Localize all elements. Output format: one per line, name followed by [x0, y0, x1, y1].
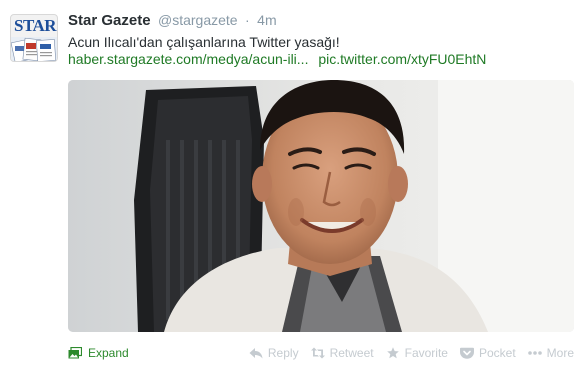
tweet-header: Star Gazete @stargazete · 4m — [68, 12, 277, 32]
retweet-label: Retweet — [329, 346, 374, 360]
author-name[interactable]: Star Gazete — [68, 12, 151, 29]
photo-icon — [68, 347, 82, 359]
article-link[interactable]: haber.stargazete.com/medya/acun-ili... — [68, 51, 308, 67]
author-handle[interactable]: @stargazete — [158, 12, 238, 28]
expand-label: Expand — [88, 346, 129, 360]
avatar-logo-text: STAR — [14, 16, 57, 35]
newspaper-stack-icon — [11, 37, 57, 61]
tweet: STAR Star Gazete @stargazete · 4m Acun I… — [0, 0, 584, 370]
reply-button[interactable]: Reply — [249, 346, 299, 360]
header-separator: · — [245, 12, 250, 28]
tweet-photo[interactable] — [68, 80, 574, 332]
retweet-icon — [310, 347, 325, 359]
retweet-button[interactable]: Retweet — [310, 346, 374, 360]
star-icon — [386, 347, 399, 359]
pocket-label: Pocket — [478, 346, 516, 360]
photo-image — [68, 80, 574, 332]
tweet-links: haber.stargazete.com/medya/acun-ili... p… — [68, 50, 486, 68]
avatar[interactable]: STAR — [10, 14, 58, 62]
more-button[interactable]: More — [527, 346, 574, 360]
reply-label: Reply — [267, 346, 299, 360]
picture-link[interactable]: pic.twitter.com/xtyFU0EhtN — [318, 51, 486, 67]
favorite-label: Favorite — [404, 346, 448, 360]
reply-icon — [249, 348, 263, 359]
pocket-icon — [459, 347, 474, 359]
tweet-text: Acun Ilıcalı'dan çalışanlarına Twitter y… — [68, 34, 340, 50]
tweet-actions: Reply Retweet Favorite Pocket More — [237, 344, 574, 362]
more-label: More — [546, 346, 574, 360]
ellipsis-icon — [527, 351, 542, 355]
favorite-button[interactable]: Favorite — [386, 346, 448, 360]
pocket-button[interactable]: Pocket — [459, 346, 516, 360]
tweet-timestamp[interactable]: 4m — [257, 12, 276, 28]
expand-button[interactable]: Expand — [68, 344, 129, 362]
